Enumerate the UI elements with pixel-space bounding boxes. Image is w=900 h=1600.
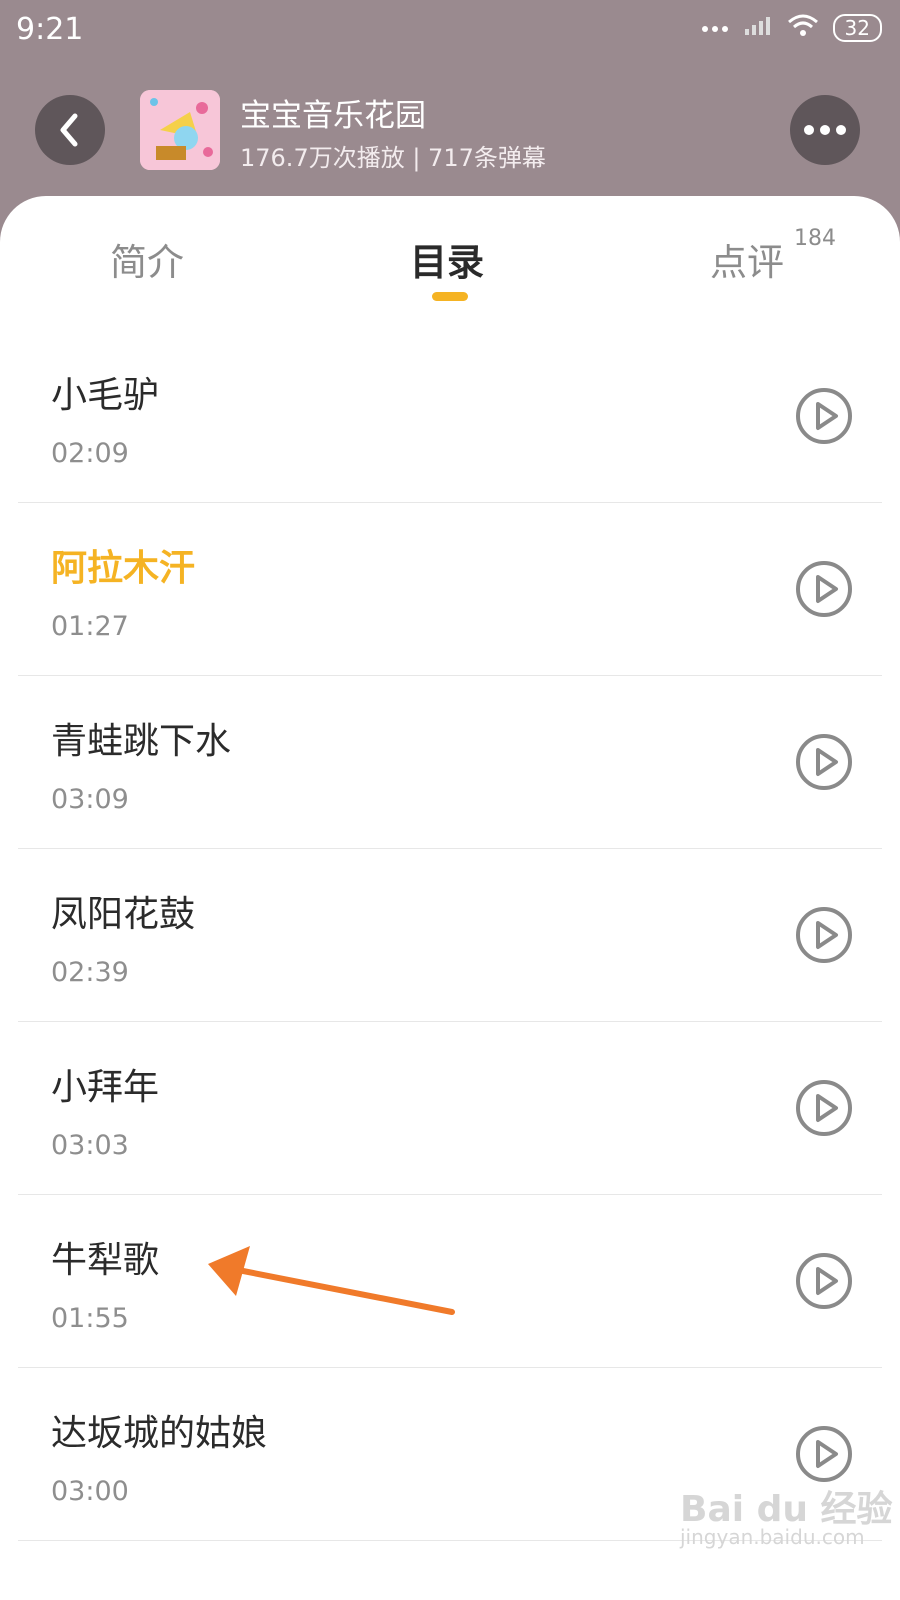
tab-intro[interactable]: 简介 [110, 232, 184, 286]
track-duration: 03:03 [51, 1130, 129, 1161]
more-options-button[interactable] [790, 95, 860, 165]
album-title: 宝宝音乐花园 [240, 98, 426, 134]
track-title: 达坂城的姑娘 [51, 1413, 268, 1454]
tab-catalog[interactable]: 目录 [410, 232, 484, 286]
track-row[interactable]: 牛犁歌 01:55 [18, 1195, 882, 1368]
track-duration: 02:39 [51, 957, 129, 988]
track-duration: 03:00 [51, 1476, 129, 1507]
tab-bar: 简介 目录 点评 184 [0, 196, 900, 316]
tab-review[interactable]: 点评 [710, 232, 784, 286]
watermark-url: jingyan.baidu.com [680, 1525, 865, 1549]
track-duration: 03:09 [51, 784, 129, 815]
chevron-left-icon [60, 113, 78, 147]
content-sheet: 简介 目录 点评 184 小毛驴 02:09 阿拉木汗 01:27 青蛙跳下水 … [0, 196, 900, 1600]
wifi-icon [787, 14, 819, 42]
track-duration: 01:27 [51, 611, 129, 642]
status-icons: 32 [701, 14, 882, 42]
track-row[interactable]: 小拜年 03:03 [18, 1022, 882, 1195]
back-button[interactable] [35, 95, 105, 165]
track-title: 牛犁歌 [51, 1240, 160, 1281]
gramophone-icon [140, 90, 220, 170]
signal-icon [743, 15, 773, 41]
album-header: 宝宝音乐花园 176.7万次播放 | 717条弹幕 [0, 62, 900, 202]
play-icon[interactable] [794, 1078, 854, 1138]
more-horizontal-icon [804, 125, 846, 135]
track-row[interactable]: 小毛驴 02:09 [18, 330, 882, 503]
play-icon[interactable] [794, 1424, 854, 1484]
status-time: 9:21 [16, 12, 84, 47]
play-icon[interactable] [794, 732, 854, 792]
status-bar: 9:21 32 [0, 0, 900, 62]
track-duration: 01:55 [51, 1303, 129, 1334]
track-list: 小毛驴 02:09 阿拉木汗 01:27 青蛙跳下水 03:09 凤阳花鼓 02… [0, 330, 900, 1541]
play-icon[interactable] [794, 905, 854, 965]
track-duration: 02:09 [51, 438, 129, 469]
album-stats: 176.7万次播放 | 717条弹幕 [240, 144, 546, 172]
track-row[interactable]: 青蛙跳下水 03:09 [18, 676, 882, 849]
play-icon[interactable] [794, 386, 854, 446]
track-title: 小拜年 [51, 1067, 160, 1108]
play-icon[interactable] [794, 1251, 854, 1311]
active-tab-indicator [432, 292, 468, 301]
album-cover[interactable] [140, 90, 220, 170]
track-title: 青蛙跳下水 [51, 721, 232, 762]
track-title-playing: 阿拉木汗 [51, 548, 196, 589]
review-count-badge: 184 [794, 226, 836, 251]
track-row[interactable]: 凤阳花鼓 02:39 [18, 849, 882, 1022]
track-title: 凤阳花鼓 [51, 894, 196, 935]
track-title: 小毛驴 [51, 375, 160, 416]
more-dots-icon [701, 19, 729, 38]
battery-indicator: 32 [832, 14, 882, 42]
play-icon[interactable] [794, 559, 854, 619]
track-row[interactable]: 阿拉木汗 01:27 [18, 503, 882, 676]
